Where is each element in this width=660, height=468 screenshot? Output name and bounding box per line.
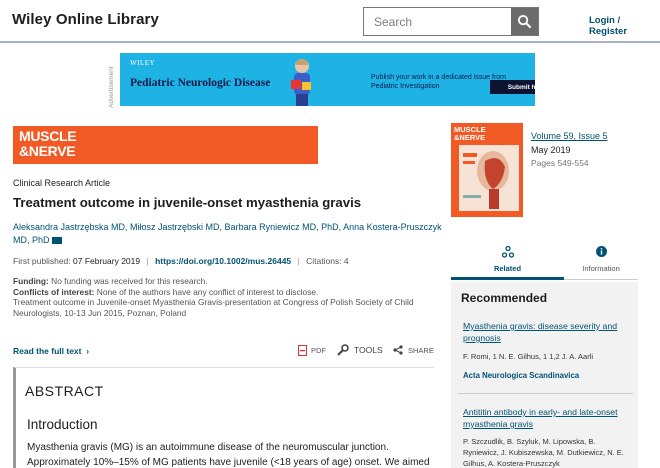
search-icon [517, 14, 532, 29]
search-input[interactable] [364, 8, 510, 35]
info-icon [596, 246, 607, 257]
pdf-button[interactable]: PDF [298, 345, 326, 356]
journal-cover[interactable]: MUSCLE &NERVE [451, 123, 523, 217]
tab-related-label: Related [493, 264, 522, 273]
recommended-item-authors: F. Romi, 1 N. E. Gilhus, 1 1,2 J. A. Aar… [463, 352, 594, 361]
ad-title: Pediatric Neurologic Disease [130, 77, 271, 89]
cover-image [459, 145, 519, 211]
volume-issue-link[interactable]: Volume 59, Issue 5 [531, 131, 608, 141]
first-published-date: 07 February 2019 [73, 256, 141, 266]
pdf-label: PDF [311, 346, 326, 355]
doi-link[interactable]: https://doi.org/10.1002/mus.26445 [155, 256, 291, 266]
abstract-heading: ABSTRACT [25, 383, 104, 399]
ad-child-image [291, 59, 311, 106]
tools-button[interactable]: TOOLS [337, 344, 383, 356]
recommended-item-title[interactable]: Myasthenia gravis: disease severity and … [463, 320, 633, 344]
funding-text: No funding was received for this researc… [51, 276, 208, 286]
conflicts-text: None of the authors have any conflict of… [96, 286, 319, 297]
advertisement-banner[interactable]: WILEY Pediatric Neurologic Disease Publi… [120, 53, 535, 106]
share-button[interactable]: SHARE [393, 345, 434, 355]
funding-label: Funding: [13, 276, 49, 286]
recommended-heading: Recommended [461, 291, 548, 305]
mail-icon[interactable] [51, 237, 62, 244]
divider [458, 393, 633, 394]
author-list[interactable]: Aleksandra Jastrzębska MD, Miłosz Jastrz… [13, 221, 443, 247]
recommended-item-authors: P. Szczudlik, B. Szyluk, M. Lipowska, B.… [463, 437, 624, 468]
read-full-text-label: Read the full text [13, 346, 82, 356]
read-full-text-link[interactable]: Read the full text › [13, 346, 89, 356]
pdf-icon [298, 345, 307, 356]
publication-info: First published: 07 February 2019 | http… [13, 256, 349, 266]
tools-label: TOOLS [354, 345, 383, 355]
separator: | [146, 256, 149, 266]
ad-brand: WILEY [130, 59, 156, 67]
journal-banner-title: MUSCLE &NERVE [19, 128, 77, 159]
sidebar-tabs: Related Information [451, 238, 638, 280]
introduction-heading: Introduction [27, 417, 98, 432]
abstract-text: Myasthenia gravis (MG) is an autoimmune … [27, 442, 430, 468]
tab-related[interactable]: Related [451, 238, 564, 280]
wrench-icon [337, 344, 349, 356]
journal-banner[interactable]: MUSCLE &NERVE [13, 126, 318, 164]
issue-date: May 2019 [531, 145, 571, 155]
search-form [363, 7, 539, 36]
tab-information[interactable]: Information [564, 238, 638, 280]
article-title: Treatment outcome in juvenile-onset myas… [13, 195, 362, 210]
related-icon [502, 246, 514, 258]
author-names[interactable]: Aleksandra Jastrzębska MD, Miłosz Jastrz… [13, 222, 442, 245]
cover-title: MUSCLE &NERVE [454, 125, 486, 142]
share-icon [393, 345, 403, 355]
login-register-link[interactable]: Login / Register [589, 15, 660, 37]
advertisement-label: Advertisement [108, 66, 115, 108]
separator: | [297, 256, 300, 266]
conflicts-label: Conflicts of interest: [13, 286, 95, 297]
page-range: Pages 549-554 [531, 158, 589, 168]
search-button[interactable] [511, 8, 538, 35]
article-type: Clinical Research Article [13, 178, 111, 188]
recommended-item-journal[interactable]: Acta Neurologica Scandinavica [463, 371, 579, 380]
chevron-right-icon: › [83, 346, 90, 356]
first-published-label: First published: [13, 256, 71, 266]
presentation-note: Treatment outcome in Juvenile-onset Myas… [13, 297, 414, 318]
recommended-item-title[interactable]: Antititin antibody in early- and late-on… [463, 406, 633, 430]
article-notes: Funding: No funding was received for thi… [13, 276, 443, 318]
share-label: SHARE [408, 345, 434, 355]
site-logo[interactable]: Wiley Online Library [12, 11, 159, 28]
citations-link[interactable]: Citations: 4 [306, 256, 349, 266]
tab-information-label: Information [582, 264, 620, 273]
ad-submit-button[interactable]: Submit here [490, 80, 535, 94]
